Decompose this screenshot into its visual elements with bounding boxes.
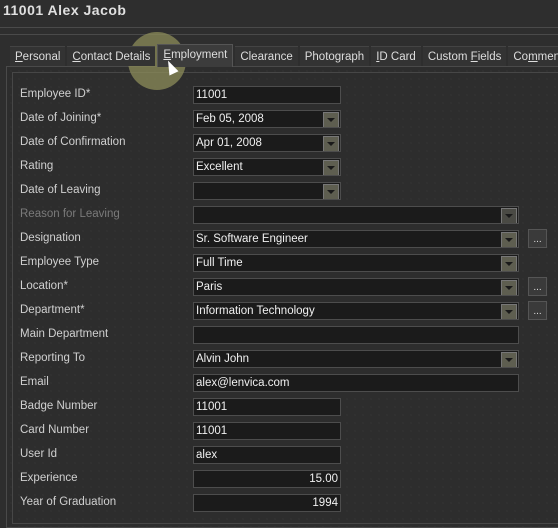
chevron-down-icon[interactable] xyxy=(323,136,339,151)
chevron-down-icon[interactable] xyxy=(501,304,517,319)
tab-comments[interactable]: Comments xyxy=(508,46,558,66)
main-department-field[interactable] xyxy=(193,326,519,344)
tab-personal[interactable]: Personal xyxy=(10,46,66,66)
chevron-down-icon xyxy=(501,208,517,223)
date-of-joining-label: Date of Joining* xyxy=(20,112,102,124)
main-department-label: Main Department xyxy=(20,328,109,340)
chevron-down-icon[interactable] xyxy=(501,256,517,271)
location-dropdown[interactable]: Paris xyxy=(193,278,519,296)
rating-label: Rating xyxy=(20,160,54,172)
tab-clearance[interactable]: Clearance xyxy=(235,46,298,66)
employee-id-label: Employee ID* xyxy=(20,88,91,100)
designation-dropdown[interactable]: Sr. Software Engineer xyxy=(193,230,519,248)
chevron-down-icon[interactable] xyxy=(501,352,517,367)
date-of-confirmation-label: Date of Confirmation xyxy=(20,136,126,148)
date-of-confirmation-dropdown[interactable]: Apr 01, 2008 xyxy=(193,134,341,152)
divider xyxy=(0,27,558,28)
date-of-joining-dropdown[interactable]: Feb 05, 2008 xyxy=(193,110,341,128)
field-value: Full Time xyxy=(196,257,243,269)
employee-id-field[interactable]: 11001 xyxy=(193,86,341,104)
page-title: 11001 Alex Jacob xyxy=(3,2,127,18)
divider xyxy=(0,34,558,35)
tab-label: Custom Fields xyxy=(427,51,502,63)
designation-label: Designation xyxy=(20,232,81,244)
department-browse-button[interactable]: ... xyxy=(528,301,547,320)
card-number-label: Card Number xyxy=(20,424,90,436)
tab-label: Clearance xyxy=(240,51,293,63)
chevron-down-icon[interactable] xyxy=(323,184,339,199)
email-field[interactable]: alex@lenvica.com xyxy=(193,374,519,392)
field-value: Apr 01, 2008 xyxy=(196,137,262,149)
reporting-to-label: Reporting To xyxy=(20,352,85,364)
badge-number-field[interactable]: 11001 xyxy=(193,398,341,416)
tab-photograph[interactable]: Photograph xyxy=(299,46,370,66)
field-value: 11001 xyxy=(196,425,228,437)
year-of-graduation-label: Year of Graduation xyxy=(20,496,117,508)
email-label: Email xyxy=(20,376,49,388)
tab-id-card[interactable]: ID Card xyxy=(371,46,421,66)
field-value: 15.00 xyxy=(309,473,338,485)
location-label: Location* xyxy=(20,280,68,292)
tab-label: ID Card xyxy=(376,51,416,63)
tab-label: Contact Details xyxy=(72,51,151,63)
field-value: Feb 05, 2008 xyxy=(196,113,264,125)
badge-number-label: Badge Number xyxy=(20,400,98,412)
rating-dropdown[interactable]: Excellent xyxy=(193,158,341,176)
experience-field[interactable]: 15.00 xyxy=(193,470,341,488)
field-value: 1994 xyxy=(312,497,338,509)
chevron-down-icon[interactable] xyxy=(323,112,339,127)
tab-label: Photograph xyxy=(304,51,365,63)
field-value: Alvin John xyxy=(196,353,250,365)
tab-label: Comments xyxy=(513,51,558,63)
tab-label: Personal xyxy=(15,51,61,63)
field-value: Excellent xyxy=(196,161,243,173)
field-value: 11001 xyxy=(196,401,228,413)
user-id-label: User Id xyxy=(20,448,58,460)
date-of-leaving-dropdown[interactable] xyxy=(193,182,341,200)
card-number-field[interactable]: 11001 xyxy=(193,422,341,440)
field-value: Sr. Software Engineer xyxy=(196,233,308,245)
department-dropdown[interactable]: Information Technology xyxy=(193,302,519,320)
field-value: Paris xyxy=(196,281,223,293)
chevron-down-icon[interactable] xyxy=(323,160,339,175)
tab-bar: Personal Contact Details Employment Clearan… xyxy=(10,44,558,67)
reporting-to-dropdown[interactable]: Alvin John xyxy=(193,350,519,368)
field-value: alex xyxy=(196,449,218,461)
department-label: Department* xyxy=(20,304,85,316)
location-browse-button[interactable]: ... xyxy=(528,277,547,296)
tab-contact-details[interactable]: Contact Details xyxy=(67,46,156,66)
designation-browse-button[interactable]: ... xyxy=(528,229,547,248)
field-value: Information Technology xyxy=(196,305,315,317)
reason-for-leaving-label: Reason for Leaving xyxy=(20,208,120,220)
experience-label: Experience xyxy=(20,472,78,484)
reason-for-leaving-dropdown xyxy=(193,206,519,224)
field-value: alex@lenvica.com xyxy=(196,377,290,389)
chevron-down-icon[interactable] xyxy=(501,280,517,295)
year-of-graduation-field[interactable]: 1994 xyxy=(193,494,341,512)
employee-type-dropdown[interactable]: Full Time xyxy=(193,254,519,272)
user-id-field[interactable]: alex xyxy=(193,446,341,464)
employee-type-label: Employee Type xyxy=(20,256,100,268)
field-value: 11001 xyxy=(196,89,228,101)
date-of-leaving-label: Date of Leaving xyxy=(20,184,101,196)
chevron-down-icon[interactable] xyxy=(501,232,517,247)
tab-custom-fields[interactable]: Custom Fields xyxy=(422,46,507,66)
